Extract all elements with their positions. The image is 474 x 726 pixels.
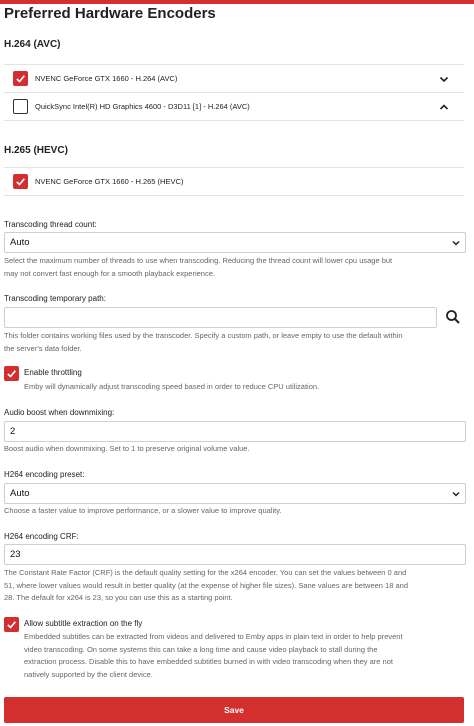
subtitle-extraction-label: Allow subtitle extraction on the fly	[24, 619, 143, 628]
h264-preset-select[interactable]: Auto	[4, 483, 466, 504]
search-icon[interactable]	[444, 308, 462, 326]
h265-encoder-list: NVENC GeForce GTX 1660 - H.265 (HEVC)	[4, 167, 464, 196]
chevron-down-icon[interactable]	[438, 73, 450, 85]
save-button[interactable]: Save	[4, 697, 464, 723]
thread-count-label: Transcoding thread count:	[4, 220, 97, 229]
chevron-up-icon[interactable]	[438, 101, 450, 113]
throttling-help: Emby will dynamically adjust transcoding…	[24, 382, 320, 391]
checkmark-icon	[16, 75, 25, 83]
h264-crf-input[interactable]: 23	[4, 544, 466, 565]
chevron-down-icon	[452, 491, 460, 497]
encoder-label: NVENC GeForce GTX 1660 - H.264 (AVC)	[35, 74, 178, 83]
h264-section-title: H.264 (AVC)	[4, 39, 61, 50]
encoder-row-nvenc-h265[interactable]: NVENC GeForce GTX 1660 - H.265 (HEVC)	[4, 168, 464, 196]
subtitle-extraction-help: Embedded subtitles can be extracted from…	[24, 632, 403, 679]
thread-count-select[interactable]: Auto	[4, 232, 466, 253]
checkmark-icon	[16, 178, 25, 186]
throttling-checkbox[interactable]	[4, 366, 19, 381]
throttling-label: Enable throttling	[24, 368, 82, 377]
page-title: Preferred Hardware Encoders	[4, 5, 216, 22]
temp-path-help: This folder contains working files used …	[4, 331, 403, 353]
encoder-label: QuickSync Intel(R) HD Graphics 4600 - D3…	[35, 102, 250, 111]
checkbox-nvenc-h265[interactable]	[13, 174, 28, 189]
h264-crf-label: H264 encoding CRF:	[4, 532, 79, 541]
encoder-label: NVENC GeForce GTX 1660 - H.265 (HEVC)	[35, 177, 184, 186]
h264-encoder-list: NVENC GeForce GTX 1660 - H.264 (AVC) Qui…	[4, 64, 464, 121]
checkmark-icon	[7, 621, 16, 629]
encoder-row-quicksync-h264[interactable]: QuickSync Intel(R) HD Graphics 4600 - D3…	[4, 93, 464, 121]
h264-crf-value: 23	[10, 549, 21, 560]
chevron-down-icon	[452, 240, 460, 246]
h264-preset-label: H264 encoding preset:	[4, 470, 85, 479]
thread-count-value: Auto	[10, 237, 30, 248]
audio-boost-input[interactable]: 2	[4, 421, 466, 442]
audio-boost-value: 2	[10, 426, 16, 437]
top-accent-bar	[0, 0, 474, 4]
h264-crf-help: The Constant Rate Factor (CRF) is the de…	[4, 568, 408, 602]
audio-boost-label: Audio boost when downmixing:	[4, 408, 115, 417]
encoder-row-nvenc-h264[interactable]: NVENC GeForce GTX 1660 - H.264 (AVC)	[4, 65, 464, 93]
subtitle-extraction-checkbox[interactable]	[4, 617, 19, 632]
temp-path-input[interactable]	[4, 307, 437, 328]
checkbox-quicksync-h264[interactable]	[13, 99, 28, 114]
h265-section-title: H.265 (HEVC)	[4, 145, 68, 156]
checkmark-icon	[7, 370, 16, 378]
audio-boost-help: Boost audio when downmixing. Set to 1 to…	[4, 444, 250, 453]
thread-count-help: Select the maximum number of threads to …	[4, 256, 393, 278]
h264-preset-help: Choose a faster value to improve perform…	[4, 506, 282, 515]
h264-preset-value: Auto	[10, 488, 30, 499]
temp-path-label: Transcoding temporary path:	[4, 294, 106, 303]
checkbox-nvenc-h264[interactable]	[13, 71, 28, 86]
